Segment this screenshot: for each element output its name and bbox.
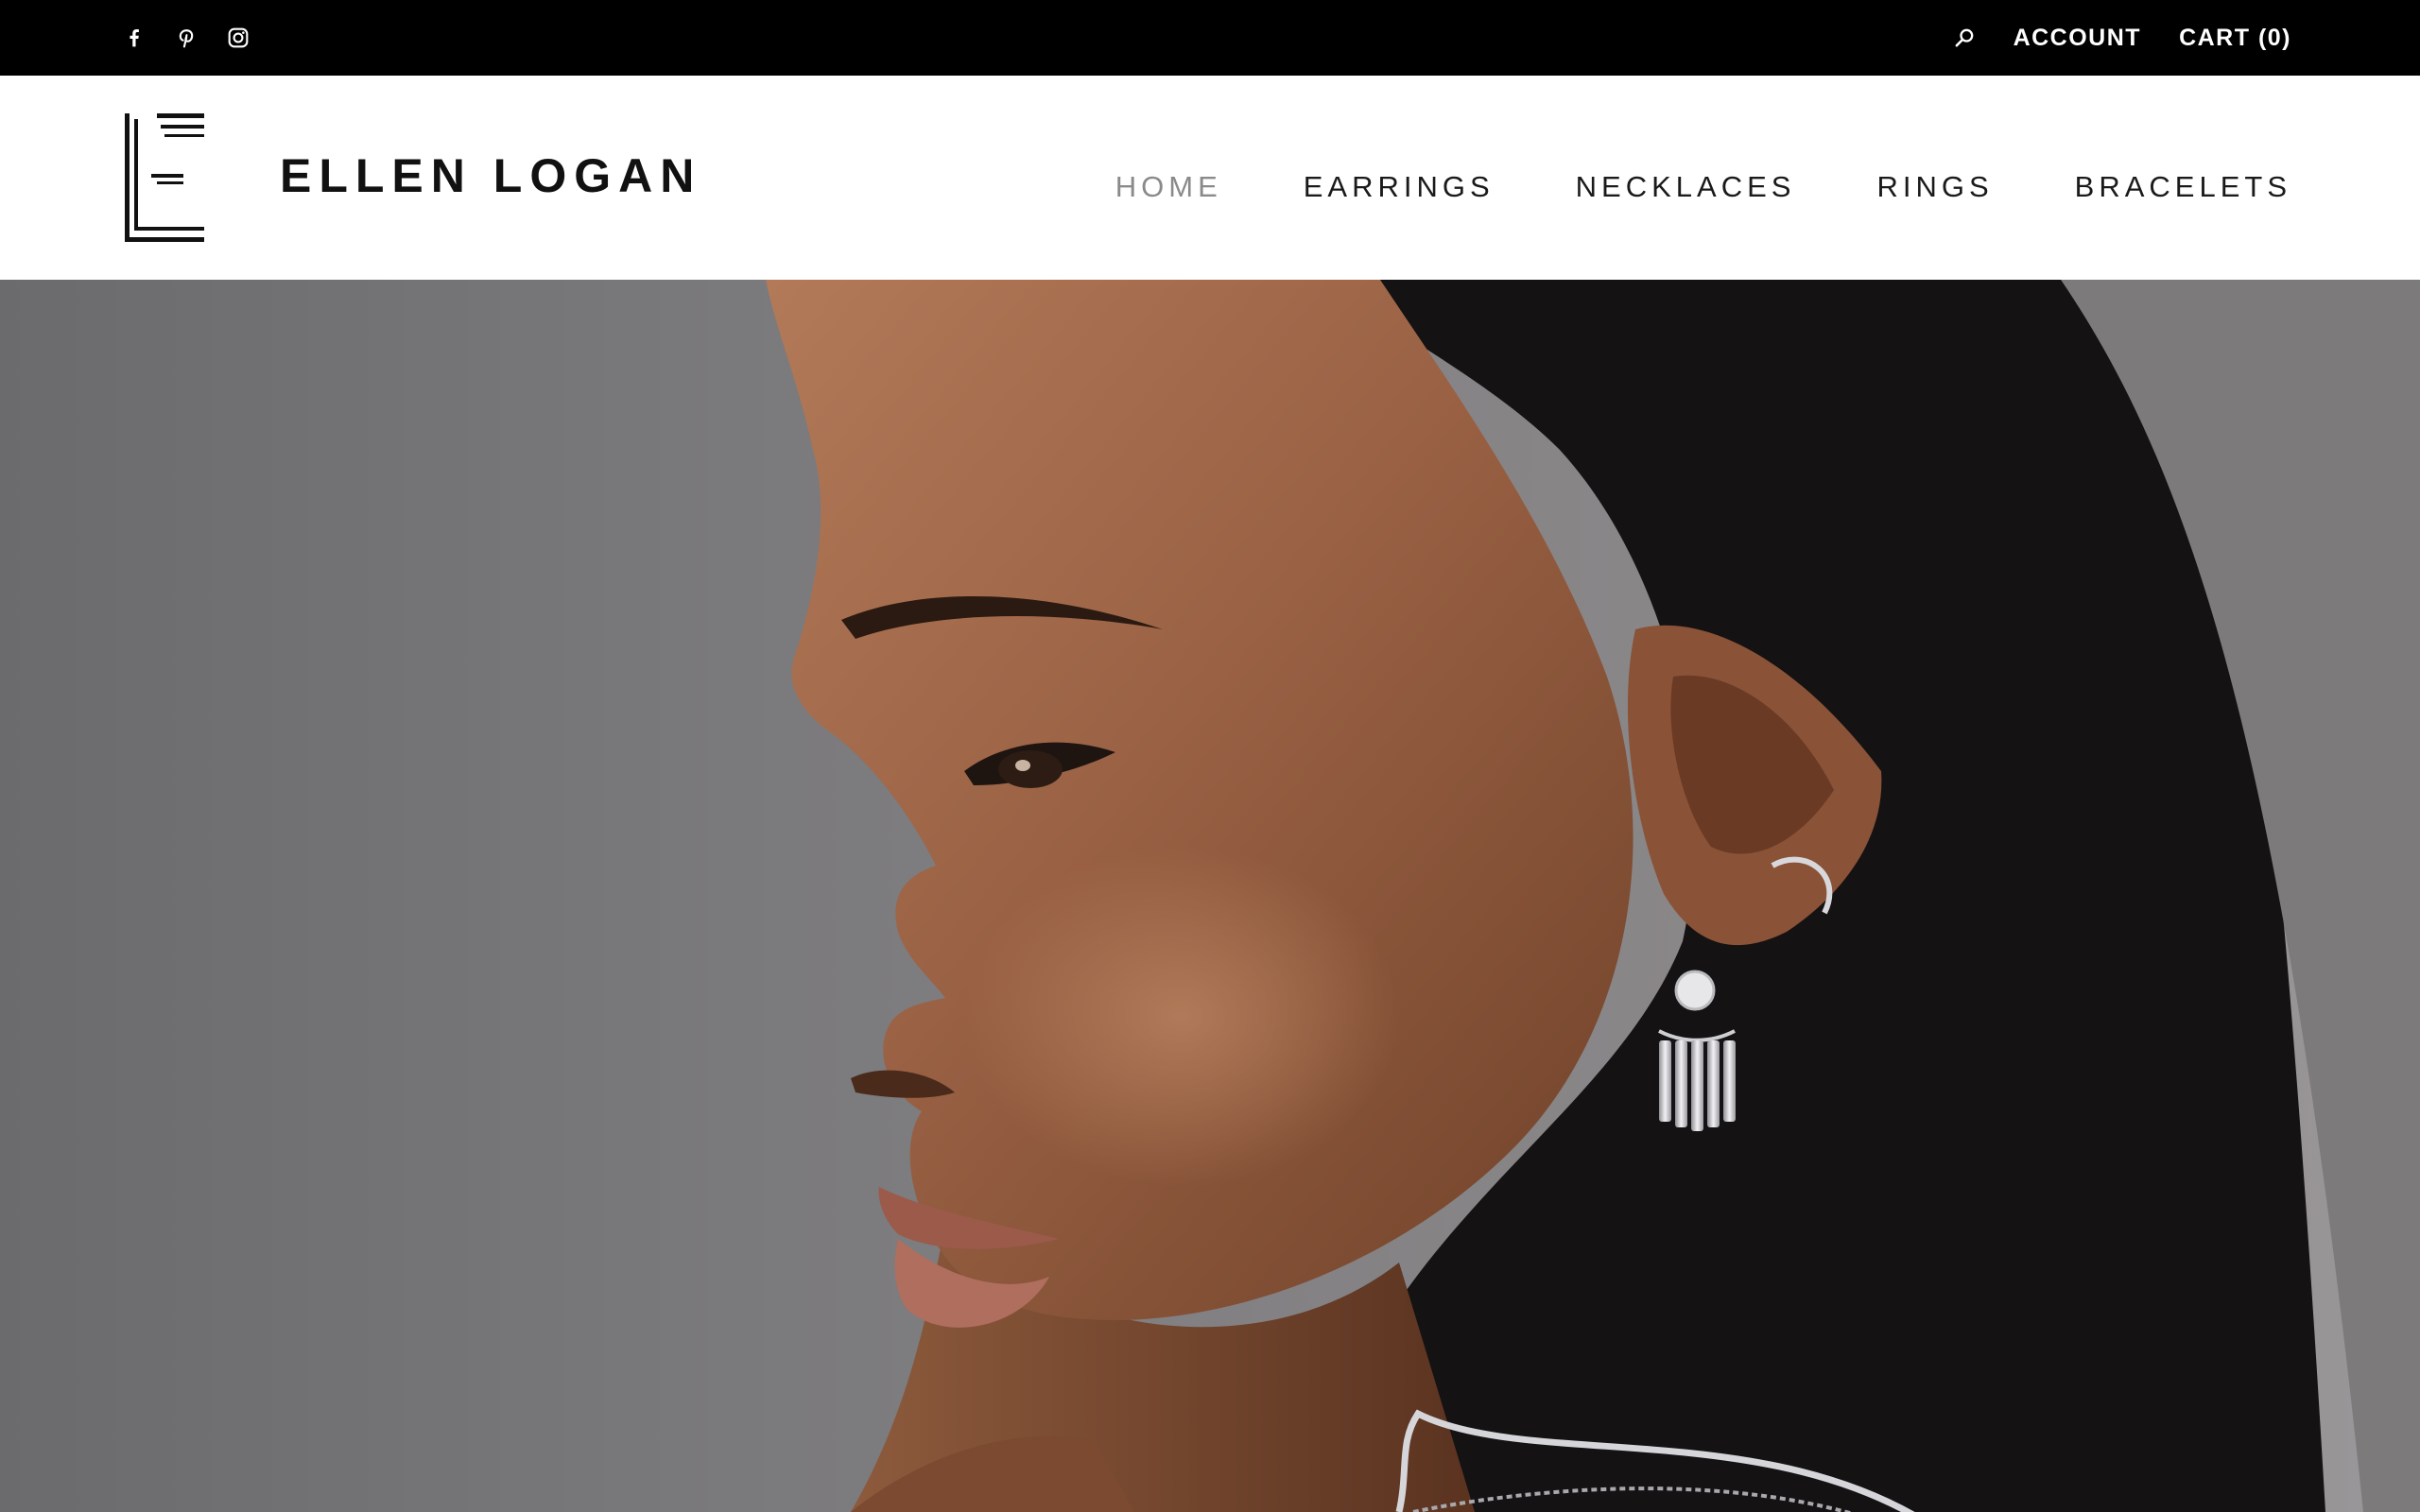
brand-name[interactable]: ELLEN LOGAN	[280, 147, 701, 204]
main-navigation: HOME EARRINGS NECKLACES RINGS BRACELETS	[1115, 165, 2291, 209]
nav-item-earrings[interactable]: EARRINGS	[1304, 170, 1495, 204]
social-links	[121, 21, 277, 55]
nav-item-necklaces[interactable]: NECKLACES	[1576, 170, 1796, 204]
facebook-icon[interactable]	[121, 25, 147, 51]
hero-banner-image[interactable]	[0, 280, 2420, 1512]
cart-link[interactable]: CART (0)	[2179, 25, 2291, 52]
account-link[interactable]: ACCOUNT	[2014, 25, 2142, 52]
pinterest-icon[interactable]	[173, 25, 199, 51]
instagram-icon[interactable]	[225, 25, 251, 51]
top-utility-bar: ACCOUNT CART (0)	[0, 0, 2420, 76]
nav-item-home[interactable]: HOME	[1115, 170, 1222, 204]
brand-logo-icon[interactable]	[123, 113, 208, 242]
site-header: ELLEN LOGAN HOME EARRINGS NECKLACES RING…	[0, 76, 2420, 280]
nav-item-bracelets[interactable]: BRACELETS	[2075, 170, 2291, 204]
utility-links: ACCOUNT CART (0)	[1951, 21, 2291, 55]
hero-portrait-image	[766, 280, 2420, 1512]
search-icon[interactable]	[1951, 25, 1978, 51]
nav-item-rings[interactable]: RINGS	[1876, 170, 1993, 204]
